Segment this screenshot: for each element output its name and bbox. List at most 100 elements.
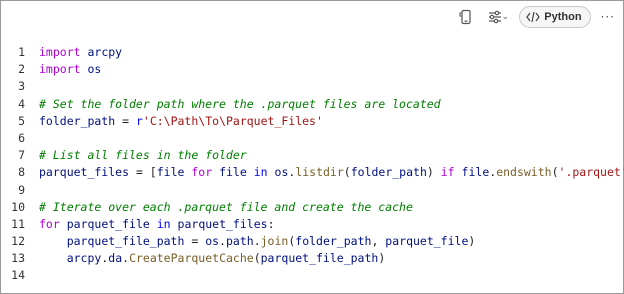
code-token: parquet_file_path xyxy=(260,251,379,266)
line-content: # Set the folder path where the .parquet… xyxy=(39,96,441,113)
code-token: da xyxy=(108,251,123,266)
code-token: 'C:\Path\To\Parquet_Files' xyxy=(142,113,323,128)
code-token: arcpy xyxy=(87,45,123,59)
code-token: = [ xyxy=(129,165,157,180)
code-token: # Set the folder path where the .parquet… xyxy=(39,96,441,111)
code-token: = xyxy=(115,113,136,128)
code-token: file xyxy=(219,165,247,180)
line-number: 12 xyxy=(11,234,25,249)
code-block: ⌄ Python ··· 1 import arcpy 2 import os 3 4 # … xyxy=(0,0,624,294)
code-line: 3 xyxy=(1,78,623,95)
line-number: 10 xyxy=(11,199,25,214)
code-line: 8 parquet_files = [file for file in os.li… xyxy=(1,164,624,181)
line-content: import arcpy xyxy=(39,44,122,61)
code-token: CreateParquetCache xyxy=(129,251,254,266)
code-token: file xyxy=(461,165,490,180)
code-token: folder_path xyxy=(39,113,116,128)
chevron-down-icon: ⌄ xyxy=(501,12,510,22)
code-token: # List all files in the folder xyxy=(39,148,247,163)
line-number: 7 xyxy=(18,148,25,163)
code-line: 13 arcpy.da.CreateParquetCache(parquet_f… xyxy=(1,250,623,267)
code-token: . xyxy=(253,234,261,249)
line-number: 11 xyxy=(11,216,25,231)
code-token: folder_path xyxy=(350,165,427,180)
line-number: 3 xyxy=(18,79,25,94)
code-toolbar: ⌄ Python ··· xyxy=(455,6,615,28)
line-content: # List all files in the folder xyxy=(39,147,247,164)
line-number: 8 xyxy=(18,165,25,180)
code-token: join xyxy=(260,234,289,249)
code-token: os xyxy=(205,234,220,249)
settings-icon[interactable]: ⌄ xyxy=(483,6,513,28)
language-button[interactable]: Python xyxy=(519,6,591,28)
line-number: 5 xyxy=(18,113,25,128)
code-token: folder_path xyxy=(295,234,372,249)
code-line: 12 parquet_file_path = os.path.join(fold… xyxy=(1,233,623,250)
code-token: = xyxy=(184,234,206,249)
line-content: arcpy.da.CreateParquetCache(parquet_file… xyxy=(39,250,386,267)
code-token: # Iterate over each .parquet file and cr… xyxy=(39,199,413,214)
code-line: 2 import os xyxy=(1,61,623,78)
code-token: os xyxy=(274,165,289,180)
code-token: os xyxy=(87,62,102,77)
line-number: 14 xyxy=(11,268,25,283)
line-number: 6 xyxy=(18,130,25,145)
line-number: 4 xyxy=(18,96,25,111)
code-token: ) xyxy=(378,251,386,266)
code-token: r xyxy=(135,113,143,128)
code-token: for xyxy=(39,216,60,231)
code-line: 10 # Iterate over each .parquet file and … xyxy=(1,199,623,216)
line-number: 13 xyxy=(11,251,25,266)
code-token: ) xyxy=(426,165,441,180)
code-line: 7 # List all files in the folder xyxy=(1,147,623,164)
line-content: parquet_files = [file for file in os.lis… xyxy=(39,164,624,181)
line-content: import os xyxy=(39,61,101,78)
code-token: ( xyxy=(551,165,559,180)
code-token: , xyxy=(371,234,386,249)
code-token: import xyxy=(39,45,81,59)
code-token: . xyxy=(219,234,226,249)
code-token: arcpy xyxy=(66,251,102,266)
language-label: Python xyxy=(544,11,582,23)
code-line: 4 # Set the folder path where the .parque… xyxy=(1,96,623,113)
code-token: parquet_file_path xyxy=(66,234,185,249)
code-token: in xyxy=(253,165,268,180)
code-icon xyxy=(526,11,541,23)
copy-icon[interactable] xyxy=(455,6,477,28)
clipboard-phone-icon xyxy=(459,9,471,25)
code-token: parquet_file xyxy=(385,234,469,249)
code-line: 6 xyxy=(1,130,623,147)
code-token: '.parquet' xyxy=(558,165,624,180)
code-lines: 1 import arcpy 2 import os 3 4 # Set the folde… xyxy=(1,44,624,285)
line-number: 1 xyxy=(18,45,25,59)
code-line: 5 folder_path = r'C:\Path\To\Parquet_File… xyxy=(1,113,623,130)
more-options-icon[interactable]: ··· xyxy=(601,10,615,24)
code-line: 11 for parquet_file in parquet_files: xyxy=(1,216,623,233)
line-content: # Iterate over each .parquet file and cr… xyxy=(39,199,413,216)
code-token: import xyxy=(39,62,81,77)
line-content: folder_path = r'C:\Path\To\Parquet_Files… xyxy=(39,113,323,130)
code-line: 14 xyxy=(1,267,623,284)
code-token: parquet_files xyxy=(177,216,268,231)
code-token: ) xyxy=(468,234,476,249)
line-number: 2 xyxy=(18,62,25,77)
code-line: 9 xyxy=(1,182,623,199)
code-token: endswith xyxy=(496,165,552,180)
code-token: parquet_file xyxy=(66,216,150,231)
code-line: 1 import arcpy xyxy=(1,44,623,61)
code-token: in xyxy=(156,216,171,231)
code-token: : xyxy=(267,216,275,231)
code-token: if xyxy=(440,165,455,180)
code-token: ( xyxy=(253,251,261,266)
line-content: for parquet_file in parquet_files: xyxy=(39,216,275,233)
code-token: file xyxy=(156,165,185,180)
line-number: 9 xyxy=(18,182,25,197)
